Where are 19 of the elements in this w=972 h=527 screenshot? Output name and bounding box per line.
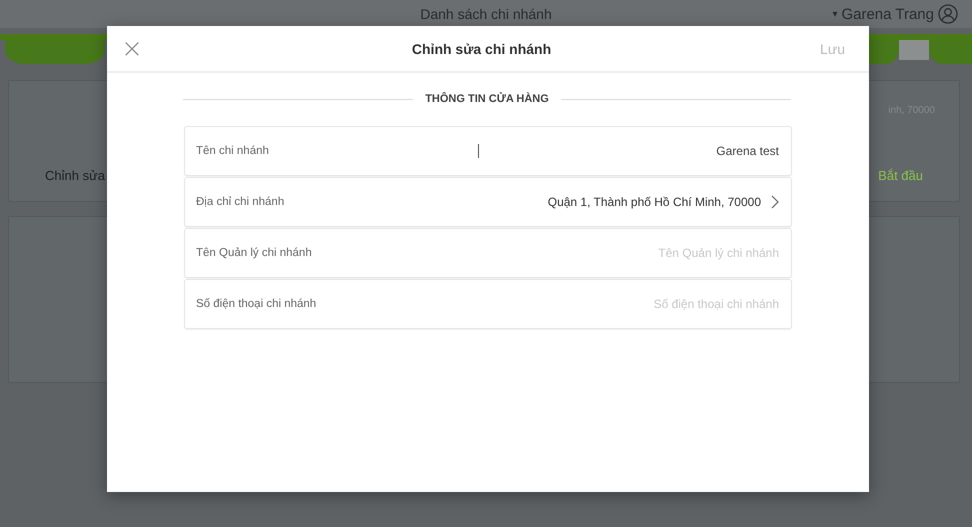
page-title: Danh sách chi nhánh [420,6,552,22]
edit-link[interactable]: Chỉnh sửa [45,168,106,183]
address-value: Quận 1, Thành phố Hồ Chí Minh, 70000 [548,195,761,209]
field-label: Địa chỉ chi nhánh [196,196,284,208]
start-link[interactable]: Bắt đầu [878,168,923,183]
text-input[interactable]: Garena test [478,144,779,158]
text-input[interactable]: Số điện thoại chi nhánh [479,297,779,311]
field-label: Tên Quản lý chi nhánh [196,247,312,259]
caret-icon[interactable]: ▾ [832,8,838,20]
user-name[interactable]: Garena Trang [841,6,934,22]
chevron-icon [771,195,779,209]
field-label: Số điện thoại chi nhánh [196,298,316,310]
text-input[interactable]: Tên Quản lý chi nhánh [479,246,779,260]
close-button[interactable]: × [121,36,143,62]
section-title: THÔNG TIN CỬA HÀNG [425,93,549,105]
user-icon[interactable] [938,4,958,24]
dialog-title: Chỉnh sửa chi nhánh [412,40,552,56]
field-label: Tên chi nhánh [196,145,269,157]
address-row[interactable]: Địa chỉ chi nhánh Quận 1, Thành phố Hồ Chí Minh, 70000 [184,177,792,227]
